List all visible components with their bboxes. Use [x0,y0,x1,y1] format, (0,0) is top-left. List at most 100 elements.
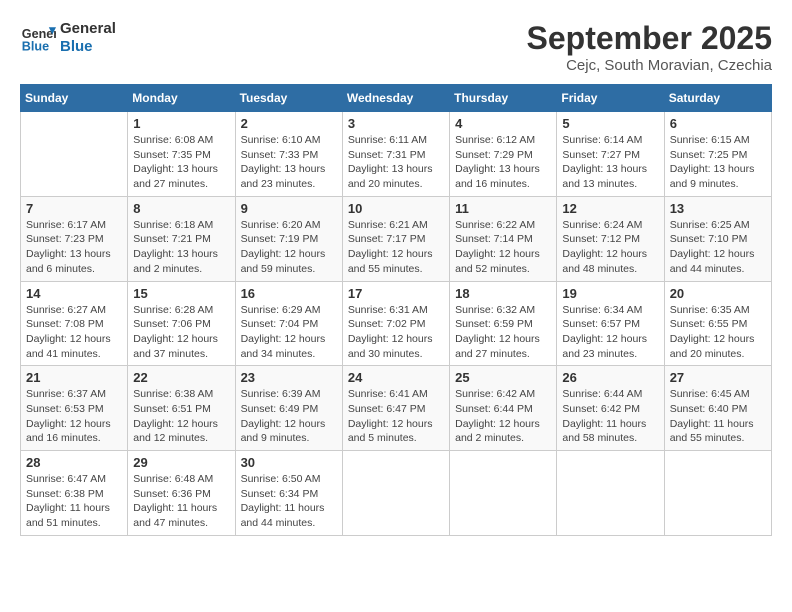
day-info: Sunrise: 6:20 AMSunset: 7:19 PMDaylight:… [241,218,337,277]
day-info: Sunrise: 6:17 AMSunset: 7:23 PMDaylight:… [26,218,122,277]
day-info: Sunrise: 6:28 AMSunset: 7:06 PMDaylight:… [133,303,229,362]
calendar-cell: 5 Sunrise: 6:14 AMSunset: 7:27 PMDaylight… [557,112,664,197]
calendar-cell: 22 Sunrise: 6:38 AMSunset: 6:51 PMDayligh… [128,366,235,451]
calendar-cell: 4Sunrise: 6:12 AMSunset: 7:29 PMDaylight… [450,112,557,197]
day-number: 27 [670,370,766,385]
calendar-cell: 28 Sunrise: 6:47 AMSunset: 6:38 PMDayligh… [21,451,128,536]
calendar-cell: 7 Sunrise: 6:17 AMSunset: 7:23 PMDaylight… [21,196,128,281]
day-info: Sunrise: 6:22 AMSunset: 7:14 PMDaylight:… [455,218,551,277]
calendar-cell: 27 Sunrise: 6:45 AMSunset: 6:40 PMDayligh… [664,366,771,451]
day-number: 8 [133,201,229,216]
logo: General Blue General Blue [20,20,116,56]
calendar-cell: 15 Sunrise: 6:28 AMSunset: 7:06 PMDayligh… [128,281,235,366]
day-number: 25 [455,370,551,385]
day-info: Sunrise: 6:45 AMSunset: 6:40 PMDaylight:… [670,387,766,446]
day-number: 3 [348,116,444,131]
calendar-cell: 20 Sunrise: 6:35 AMSunset: 6:55 PMDayligh… [664,281,771,366]
calendar-cell: 24 Sunrise: 6:41 AMSunset: 6:47 PMDayligh… [342,366,449,451]
day-number: 13 [670,201,766,216]
calendar-week-1: 1Sunrise: 6:08 AMSunset: 7:35 PMDaylight… [21,112,772,197]
calendar-cell: 21 Sunrise: 6:37 AMSunset: 6:53 PMDayligh… [21,366,128,451]
day-info: Sunrise: 6:11 AMSunset: 7:31 PMDaylight:… [348,133,444,192]
weekday-tuesday: Tuesday [235,85,342,112]
logo-icon: General Blue [20,20,56,56]
calendar-cell: 9 Sunrise: 6:20 AMSunset: 7:19 PMDaylight… [235,196,342,281]
calendar-cell: 17 Sunrise: 6:31 AMSunset: 7:02 PMDayligh… [342,281,449,366]
day-number: 30 [241,455,337,470]
day-number: 20 [670,286,766,301]
day-number: 19 [562,286,658,301]
day-info: Sunrise: 6:24 AMSunset: 7:12 PMDaylight:… [562,218,658,277]
day-number: 7 [26,201,122,216]
weekday-monday: Monday [128,85,235,112]
calendar-cell: 13 Sunrise: 6:25 AMSunset: 7:10 PMDayligh… [664,196,771,281]
day-info: Sunrise: 6:35 AMSunset: 6:55 PMDaylight:… [670,303,766,362]
day-info: Sunrise: 6:08 AMSunset: 7:35 PMDaylight:… [133,133,229,192]
calendar-cell: 26Sunrise: 6:44 AMSunset: 6:42 PMDayligh… [557,366,664,451]
day-number: 2 [241,116,337,131]
calendar-cell: 30Sunrise: 6:50 AMSunset: 6:34 PMDayligh… [235,451,342,536]
calendar-cell: 18Sunrise: 6:32 AMSunset: 6:59 PMDayligh… [450,281,557,366]
calendar-week-2: 7 Sunrise: 6:17 AMSunset: 7:23 PMDaylight… [21,196,772,281]
day-number: 22 [133,370,229,385]
calendar-cell [21,112,128,197]
day-number: 4 [455,116,551,131]
day-number: 5 [562,116,658,131]
weekday-friday: Friday [557,85,664,112]
day-info: Sunrise: 6:47 AMSunset: 6:38 PMDaylight:… [26,472,122,531]
day-number: 24 [348,370,444,385]
calendar-cell: 14Sunrise: 6:27 AMSunset: 7:08 PMDayligh… [21,281,128,366]
day-info: Sunrise: 6:21 AMSunset: 7:17 PMDaylight:… [348,218,444,277]
day-number: 9 [241,201,337,216]
day-info: Sunrise: 6:41 AMSunset: 6:47 PMDaylight:… [348,387,444,446]
day-number: 14 [26,286,122,301]
calendar-cell [450,451,557,536]
day-info: Sunrise: 6:34 AMSunset: 6:57 PMDaylight:… [562,303,658,362]
svg-text:Blue: Blue [22,40,49,54]
header: General Blue General Blue September 2025… [20,20,772,74]
calendar-week-3: 14Sunrise: 6:27 AMSunset: 7:08 PMDayligh… [21,281,772,366]
day-number: 28 [26,455,122,470]
day-info: Sunrise: 6:32 AMSunset: 6:59 PMDaylight:… [455,303,551,362]
day-info: Sunrise: 6:42 AMSunset: 6:44 PMDaylight:… [455,387,551,446]
day-info: Sunrise: 6:10 AMSunset: 7:33 PMDaylight:… [241,133,337,192]
logo-line1: General [60,20,116,38]
day-number: 29 [133,455,229,470]
day-number: 12 [562,201,658,216]
weekday-thursday: Thursday [450,85,557,112]
title-area: September 2025 Cejc, South Moravian, Cze… [527,20,772,74]
day-number: 21 [26,370,122,385]
calendar-cell: 25 Sunrise: 6:42 AMSunset: 6:44 PMDayligh… [450,366,557,451]
day-number: 15 [133,286,229,301]
day-info: Sunrise: 6:14 AMSunset: 7:27 PMDaylight:… [562,133,658,192]
day-info: Sunrise: 6:29 AMSunset: 7:04 PMDaylight:… [241,303,337,362]
day-info: Sunrise: 6:38 AMSunset: 6:51 PMDaylight:… [133,387,229,446]
calendar-cell: 10 Sunrise: 6:21 AMSunset: 7:17 PMDayligh… [342,196,449,281]
day-info: Sunrise: 6:25 AMSunset: 7:10 PMDaylight:… [670,218,766,277]
calendar-cell: 1Sunrise: 6:08 AMSunset: 7:35 PMDaylight… [128,112,235,197]
day-info: Sunrise: 6:37 AMSunset: 6:53 PMDaylight:… [26,387,122,446]
calendar-cell: 19 Sunrise: 6:34 AMSunset: 6:57 PMDayligh… [557,281,664,366]
weekday-saturday: Saturday [664,85,771,112]
day-number: 23 [241,370,337,385]
day-number: 17 [348,286,444,301]
calendar-cell: 8Sunrise: 6:18 AMSunset: 7:21 PMDaylight… [128,196,235,281]
month-title: September 2025 [527,20,772,57]
logo-line2: Blue [60,38,116,56]
calendar-cell [557,451,664,536]
subtitle: Cejc, South Moravian, Czechia [527,57,772,74]
calendar-cell: 2 Sunrise: 6:10 AMSunset: 7:33 PMDaylight… [235,112,342,197]
weekday-header-row: SundayMondayTuesdayWednesdayThursdayFrid… [21,85,772,112]
calendar-cell [664,451,771,536]
calendar-week-5: 28 Sunrise: 6:47 AMSunset: 6:38 PMDayligh… [21,451,772,536]
day-info: Sunrise: 6:31 AMSunset: 7:02 PMDaylight:… [348,303,444,362]
calendar-cell: 23Sunrise: 6:39 AMSunset: 6:49 PMDayligh… [235,366,342,451]
calendar-cell [342,451,449,536]
day-number: 26 [562,370,658,385]
day-number: 16 [241,286,337,301]
day-number: 10 [348,201,444,216]
day-number: 6 [670,116,766,131]
weekday-sunday: Sunday [21,85,128,112]
calendar-cell: 16 Sunrise: 6:29 AMSunset: 7:04 PMDayligh… [235,281,342,366]
weekday-wednesday: Wednesday [342,85,449,112]
